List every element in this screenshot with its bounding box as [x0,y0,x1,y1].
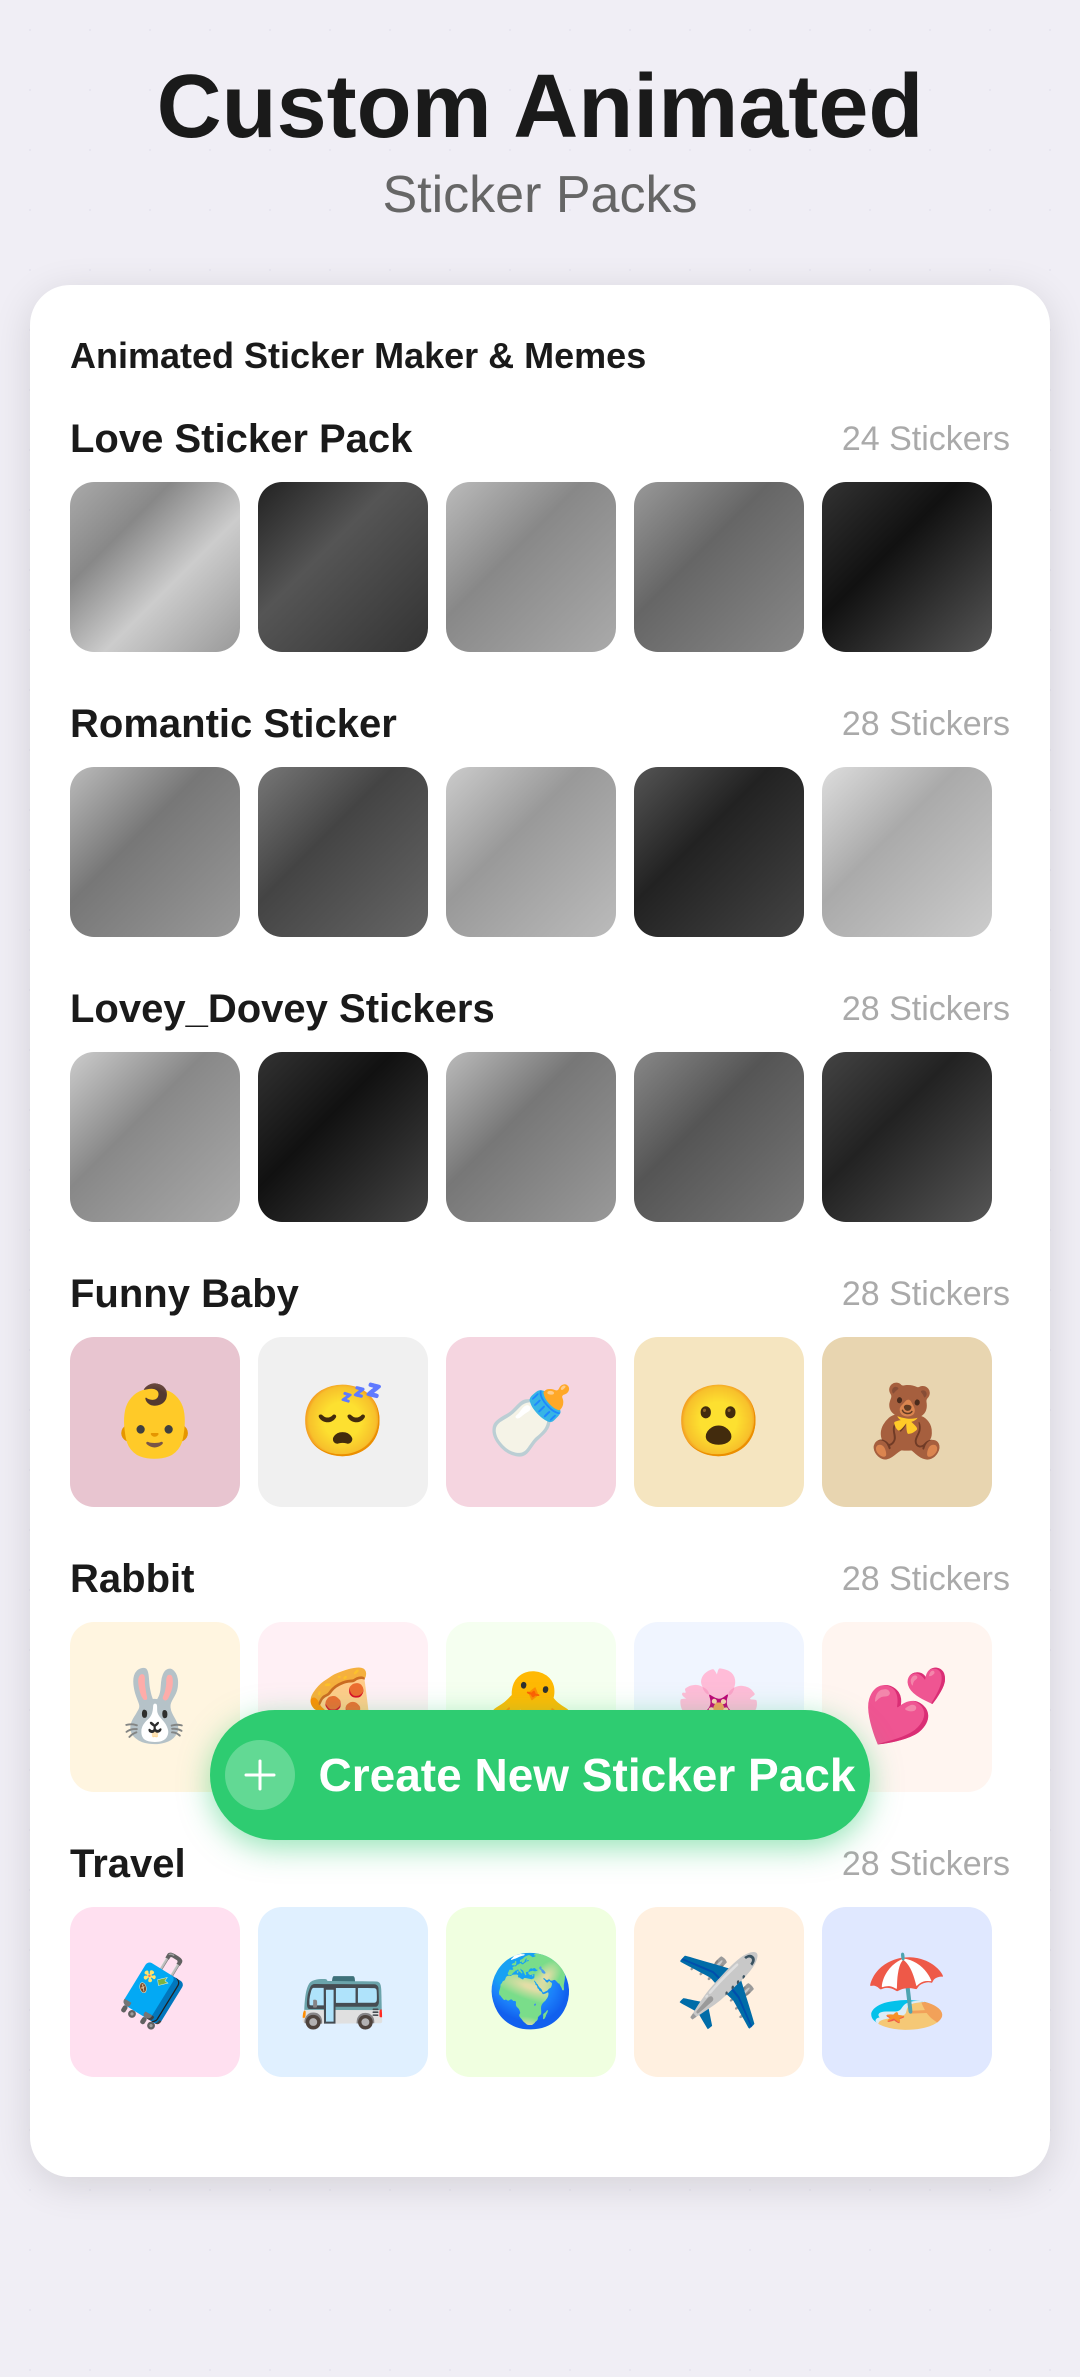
list-item[interactable] [446,482,616,652]
list-item[interactable] [822,767,992,937]
fab-label: Create New Sticker Pack [319,1748,856,1802]
list-item[interactable]: 🌍 [446,1907,616,2077]
pack-count-love: 24 Stickers [842,420,1010,459]
pack-romantic[interactable]: Romantic Sticker 28 Stickers [70,702,1010,937]
list-item[interactable] [70,1052,240,1222]
list-item[interactable] [634,482,804,652]
stickers-row-love [70,482,1010,652]
list-item[interactable] [258,767,428,937]
stickers-row-travel: 🧳 🚌 🌍 ✈️ 🏖️ 🗺️ [70,1907,1010,2077]
pack-count-romantic: 28 Stickers [842,705,1010,744]
stickers-row-funnybaby: 👶 😴 🍼 😮 🧸 😄 [70,1337,1010,1507]
list-item[interactable]: 🏖️ [822,1907,992,2077]
list-item[interactable]: 🧸 [822,1337,992,1507]
list-item[interactable]: 🍼 [446,1337,616,1507]
list-item[interactable]: ✈️ [634,1907,804,2077]
list-item[interactable] [70,767,240,937]
pack-name-loveydovey: Lovey_Dovey Stickers [70,987,495,1032]
list-item[interactable] [70,482,240,652]
plus-icon [225,1740,295,1810]
pack-count-rabbit: 28 Stickers [842,1560,1010,1599]
page-subtitle: Sticker Packs [30,165,1050,225]
pack-count-funnybaby: 28 Stickers [842,1275,1010,1314]
list-item[interactable] [634,1052,804,1222]
list-item[interactable]: 😴 [258,1337,428,1507]
list-item[interactable] [822,482,992,652]
pack-love[interactable]: Love Sticker Pack 24 Stickers [70,417,1010,652]
stickers-row-loveydovey [70,1052,1010,1222]
list-item[interactable] [822,1052,992,1222]
fab-container: Create New Sticker Pack [210,1710,870,1840]
list-item[interactable]: 👶 [70,1337,240,1507]
pack-name-rabbit: Rabbit [70,1557,194,1602]
card-header: Animated Sticker Maker & Memes [70,335,1010,377]
list-item[interactable] [446,767,616,937]
pack-name-love: Love Sticker Pack [70,417,412,462]
list-item[interactable]: 🧳 [70,1907,240,2077]
create-sticker-pack-button[interactable]: Create New Sticker Pack [210,1710,870,1840]
list-item[interactable] [258,482,428,652]
pack-funnybaby[interactable]: Funny Baby 28 Stickers 👶 😴 🍼 😮 🧸 😄 [70,1272,1010,1507]
list-item[interactable] [634,767,804,937]
pack-count-loveydovey: 28 Stickers [842,990,1010,1029]
main-card: Animated Sticker Maker & Memes Love Stic… [30,285,1050,2177]
list-item[interactable]: 😮 [634,1337,804,1507]
stickers-row-romantic [70,767,1010,937]
list-item[interactable] [446,1052,616,1222]
page-title: Custom Animated [30,60,1050,155]
pack-count-travel: 28 Stickers [842,1845,1010,1884]
pack-travel[interactable]: Travel 28 Stickers 🧳 🚌 🌍 ✈️ 🏖️ 🗺️ [70,1842,1010,2077]
pack-name-funnybaby: Funny Baby [70,1272,299,1317]
pack-name-travel: Travel [70,1842,186,1887]
list-item[interactable]: 🚌 [258,1907,428,2077]
list-item[interactable] [258,1052,428,1222]
pack-name-romantic: Romantic Sticker [70,702,397,747]
pack-loveydovey[interactable]: Lovey_Dovey Stickers 28 Stickers [70,987,1010,1222]
